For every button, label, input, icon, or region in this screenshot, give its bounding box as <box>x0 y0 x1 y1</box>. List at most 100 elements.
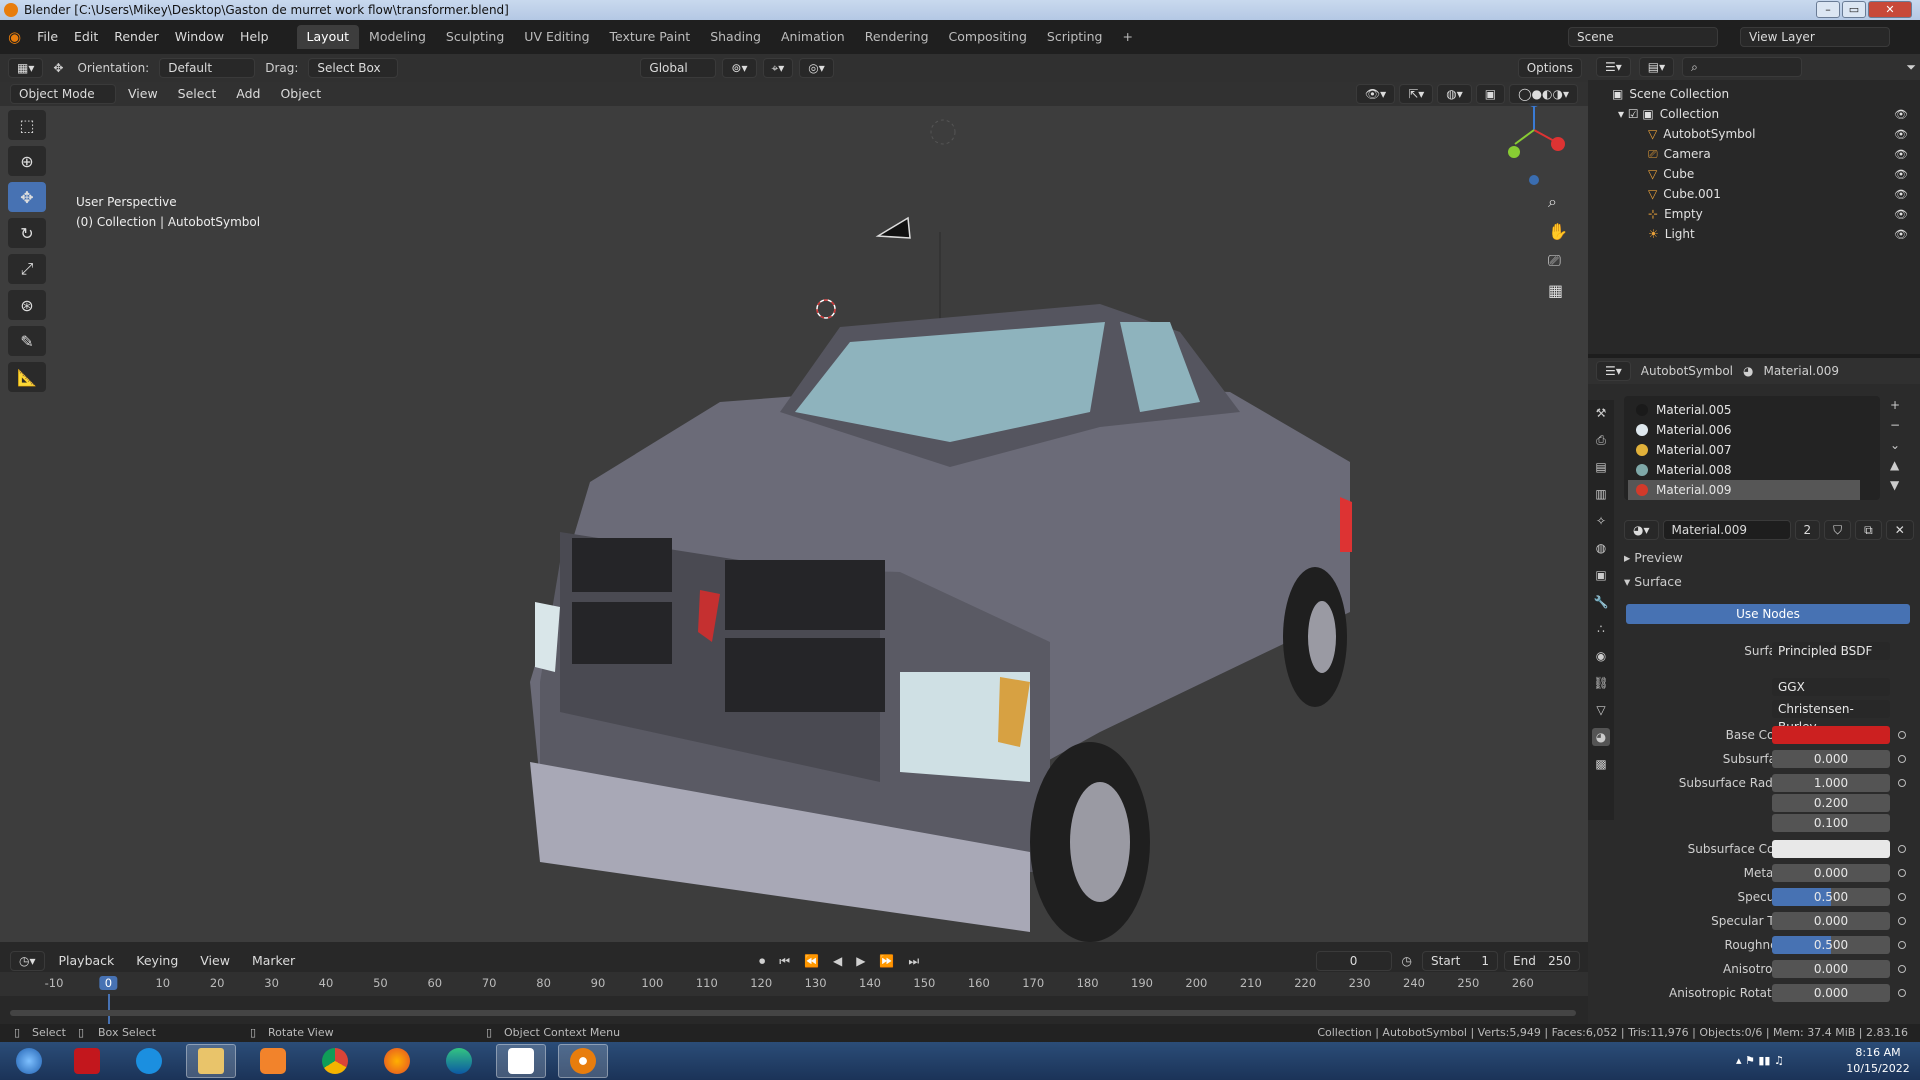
remove-slot-icon[interactable]: − <box>1890 418 1900 432</box>
menu-playback[interactable]: Playback <box>51 949 123 973</box>
xray-toggle-icon[interactable]: ▣ <box>1475 84 1506 104</box>
jump-end-icon[interactable]: ⏭ <box>904 954 923 969</box>
visibility-eye-icon[interactable]: 👁 <box>1894 148 1908 161</box>
particles-props-icon[interactable]: ∴ <box>1592 620 1610 638</box>
unlink-material-icon[interactable]: ✕ <box>1885 520 1914 540</box>
camera-view-icon[interactable]: ⎚ <box>1548 251 1568 271</box>
scene-collection-row[interactable]: ▣ Scene Collection <box>1588 84 1920 104</box>
outliner-search-input[interactable]: ⌕ <box>1682 57 1803 77</box>
physics-props-icon[interactable]: ◉ <box>1592 647 1610 665</box>
view-layer-props-icon[interactable]: ▥ <box>1592 485 1610 503</box>
material-slot[interactable]: Material.007 <box>1628 440 1860 460</box>
visibility-eye-icon[interactable]: 👁 <box>1894 128 1908 141</box>
material-slot[interactable]: Material.006 <box>1628 420 1860 440</box>
node-socket-icon[interactable] <box>1898 893 1906 901</box>
filter-icon[interactable]: ⏷ <box>1902 60 1920 75</box>
param-value-field[interactable]: 0.200 <box>1772 794 1890 812</box>
editor-type-icon[interactable]: ▦▾ <box>8 58 44 78</box>
visibility-eye-icon[interactable]: 👁 <box>1894 228 1908 241</box>
drag-dropdown[interactable]: Select Box <box>308 58 399 78</box>
twitch-icon[interactable] <box>496 1044 546 1078</box>
orientation-dropdown[interactable]: Default <box>159 58 256 78</box>
zoom-view-icon[interactable]: ⌕ <box>1548 192 1568 212</box>
surface-shader-dropdown[interactable]: Principled BSDF <box>1772 642 1890 660</box>
timeline-ruler[interactable]: -10 0 10 20 30 40 50 60 70 80 90 100 110 120 130 140 150… <box>0 972 1588 1024</box>
jump-start-icon[interactable]: ⏮ <box>775 954 794 969</box>
internet-explorer-icon[interactable] <box>124 1044 174 1078</box>
play-reverse-icon[interactable]: ◀ <box>829 954 846 968</box>
menu-window[interactable]: Window <box>167 25 232 49</box>
use-nodes-button[interactable]: Use Nodes <box>1626 604 1910 624</box>
end-frame-field[interactable]: End 250 <box>1504 951 1580 971</box>
annotate-tool-icon[interactable]: ✎ <box>8 326 46 356</box>
param-value-field[interactable]: 0.000 <box>1772 864 1890 882</box>
prev-keyframe-icon[interactable]: ⏪ <box>800 954 823 968</box>
material-slot-selected[interactable]: Material.009 <box>1628 480 1860 500</box>
param-value-field[interactable]: 0.000 <box>1772 984 1890 1002</box>
snap-icon[interactable]: ⌖▾ <box>762 58 794 78</box>
menu-keying[interactable]: Keying <box>128 949 186 973</box>
cursor-tool-icon[interactable]: ⊕ <box>8 146 46 176</box>
tab-modeling[interactable]: Modeling <box>359 25 436 49</box>
distribution-dropdown[interactable]: GGX <box>1772 678 1890 696</box>
tab-compositing[interactable]: Compositing <box>939 25 1037 49</box>
view-layer-selector[interactable]: View Layer <box>1740 27 1890 47</box>
outliner-editor-type-icon[interactable]: ☰▾ <box>1596 57 1631 77</box>
outliner-item-camera[interactable]: ⎚ Camera 👁 <box>1588 144 1920 164</box>
preview-range-icon[interactable]: ◷ <box>1398 954 1416 968</box>
modifier-props-icon[interactable]: 🔧 <box>1592 593 1610 611</box>
visibility-eye-icon[interactable]: 👁 <box>1894 168 1908 181</box>
chrome-icon[interactable] <box>310 1044 360 1078</box>
system-clock[interactable]: 8:16 AM 10/15/2022 <box>1840 1045 1916 1077</box>
slot-specials-icon[interactable]: ⌄ <box>1890 438 1900 452</box>
outliner-item-cube[interactable]: ▽ Cube 👁 <box>1588 164 1920 184</box>
next-keyframe-icon[interactable]: ⏩ <box>875 954 898 968</box>
object-props-icon[interactable]: ▣ <box>1592 566 1610 584</box>
collection-row[interactable]: ▾ ☑ ▣ Collection 👁 <box>1588 104 1920 124</box>
param-value-field[interactable]: 0.500 <box>1772 888 1890 906</box>
tab-layout[interactable]: Layout <box>296 25 360 49</box>
browse-material-icon[interactable]: ◕▾ <box>1624 520 1659 540</box>
param-value-field[interactable] <box>1772 726 1890 744</box>
mode-dropdown[interactable]: Object Mode <box>10 84 116 104</box>
visibility-icon[interactable]: 👁▾ <box>1355 84 1396 104</box>
scene-props-icon[interactable]: ✧ <box>1592 512 1610 530</box>
move-tool-icon[interactable]: ✥ <box>8 182 46 212</box>
menu-edit[interactable]: Edit <box>66 25 106 49</box>
outliner-item-empty[interactable]: ⊹ Empty 👁 <box>1588 204 1920 224</box>
menu-object[interactable]: Object <box>272 82 329 106</box>
menu-file[interactable]: File <box>29 25 66 49</box>
tab-texture-paint[interactable]: Texture Paint <box>600 25 701 49</box>
surface-panel-header[interactable]: ▾ Surface <box>1624 574 1682 589</box>
material-props-icon[interactable]: ◕ <box>1592 728 1610 746</box>
material-slot[interactable]: Material.005 <box>1628 400 1860 420</box>
pivot-icon[interactable]: ⊚▾ <box>722 58 757 78</box>
user-count[interactable]: 2 <box>1794 520 1821 540</box>
subsurface-method-dropdown[interactable]: Christensen-Burley <box>1772 700 1890 734</box>
node-socket-icon[interactable] <box>1898 965 1906 973</box>
param-value-field[interactable]: 1.000 <box>1772 774 1890 792</box>
firefox-icon[interactable] <box>372 1044 422 1078</box>
outliner-item-light[interactable]: ☀ Light 👁 <box>1588 224 1920 244</box>
param-value-field[interactable]: 0.100 <box>1772 814 1890 832</box>
preview-panel-header[interactable]: ▸ Preview <box>1624 550 1683 565</box>
tab-uv-editing[interactable]: UV Editing <box>514 25 599 49</box>
node-socket-icon[interactable] <box>1898 755 1906 763</box>
start-frame-field[interactable]: Start 1 <box>1422 951 1498 971</box>
node-socket-icon[interactable] <box>1898 917 1906 925</box>
constraints-props-icon[interactable]: ⛓ <box>1592 674 1610 692</box>
material-name-field[interactable]: Material.009 <box>1662 520 1791 540</box>
render-props-icon[interactable]: ⎙ <box>1592 431 1610 449</box>
menu-timeline-view[interactable]: View <box>192 949 238 973</box>
node-socket-icon[interactable] <box>1898 989 1906 997</box>
node-socket-icon[interactable] <box>1898 941 1906 949</box>
add-workspace-icon[interactable]: + <box>1113 25 1143 49</box>
properties-editor-type-icon[interactable]: ☰▾ <box>1596 361 1631 381</box>
param-value-field[interactable]: 0.000 <box>1772 750 1890 768</box>
menu-help[interactable]: Help <box>232 25 277 49</box>
measure-tool-icon[interactable]: 📐 <box>8 362 46 392</box>
blender-taskbar-icon[interactable] <box>558 1044 608 1078</box>
param-value-field[interactable]: 0.000 <box>1772 912 1890 930</box>
scene-selector[interactable]: Scene <box>1568 27 1718 47</box>
proportional-edit-icon[interactable]: ◎▾ <box>799 58 834 78</box>
